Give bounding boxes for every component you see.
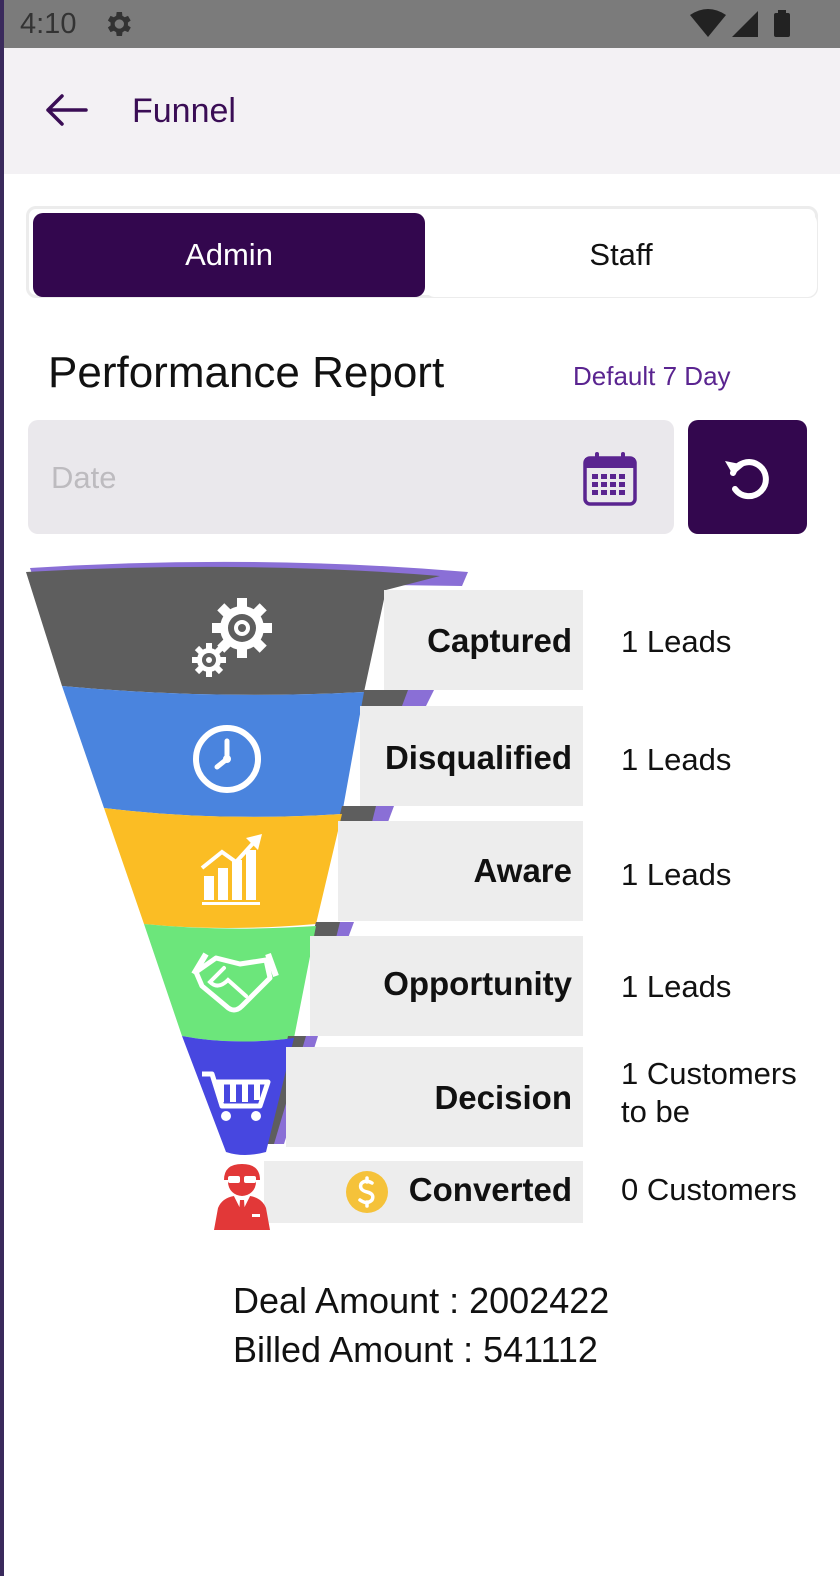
status-icons <box>690 9 790 37</box>
cell-signal-icon <box>732 11 758 37</box>
billed-amount: Billed Amount : 541112 <box>233 1329 598 1370</box>
status-time: 4:10 <box>20 8 77 40</box>
settings-gear-icon <box>107 12 131 36</box>
report-title: Performance Report <box>48 348 445 397</box>
stage-value-disqualified: 1 Leads <box>621 742 732 777</box>
app-bar: Funnel <box>4 48 840 174</box>
wifi-icon <box>690 9 726 37</box>
date-field[interactable]: Date <box>28 420 674 534</box>
default-range-link[interactable]: Default 7 Day <box>573 361 731 392</box>
stage-label-disqualified: Disqualified <box>384 739 572 776</box>
reset-button[interactable] <box>688 420 807 534</box>
stage-label-converted: Converted <box>408 1171 572 1208</box>
coin-icon <box>346 1171 388 1213</box>
battery-icon <box>774 13 790 37</box>
page-title: Funnel <box>132 92 236 130</box>
admin-tab[interactable]: Admin <box>33 213 425 297</box>
staff-tab[interactable]: Staff <box>425 213 817 297</box>
stage-value-captured: 1 Leads <box>621 624 732 659</box>
stage-value-converted: 0 Customers <box>621 1172 797 1207</box>
stage-value-opportunity: 1 Leads <box>621 969 732 1004</box>
stage-value-decision: 1 Customers to be <box>621 1055 797 1131</box>
stage-label-aware: Aware <box>473 852 572 889</box>
calendar-icon[interactable] <box>581 450 639 508</box>
role-toggle: Admin Staff <box>26 206 818 298</box>
stage-value-decision-line2: to be <box>621 1094 690 1129</box>
date-placeholder: Date <box>51 460 117 495</box>
stage-label-opportunity: Opportunity <box>383 965 572 1002</box>
status-bar: 4:10 <box>4 0 840 48</box>
stage-label-decision: Decision <box>434 1079 572 1116</box>
back-arrow-icon[interactable] <box>40 90 92 130</box>
stage-value-decision-line1: 1 Customers <box>621 1056 797 1091</box>
deal-amount: Deal Amount : 2002422 <box>233 1280 610 1321</box>
stage-value-aware: 1 Leads <box>621 857 732 892</box>
amounts-summary: Deal Amount : 2002422 Billed Amount : 54… <box>233 1276 609 1374</box>
businessman-icon <box>214 1164 270 1230</box>
app-screen: 4:10 Funnel Admin Staff Performance Repo… <box>4 0 840 1576</box>
stage-label-captured: Captured <box>427 622 572 659</box>
refresh-icon <box>725 459 769 500</box>
